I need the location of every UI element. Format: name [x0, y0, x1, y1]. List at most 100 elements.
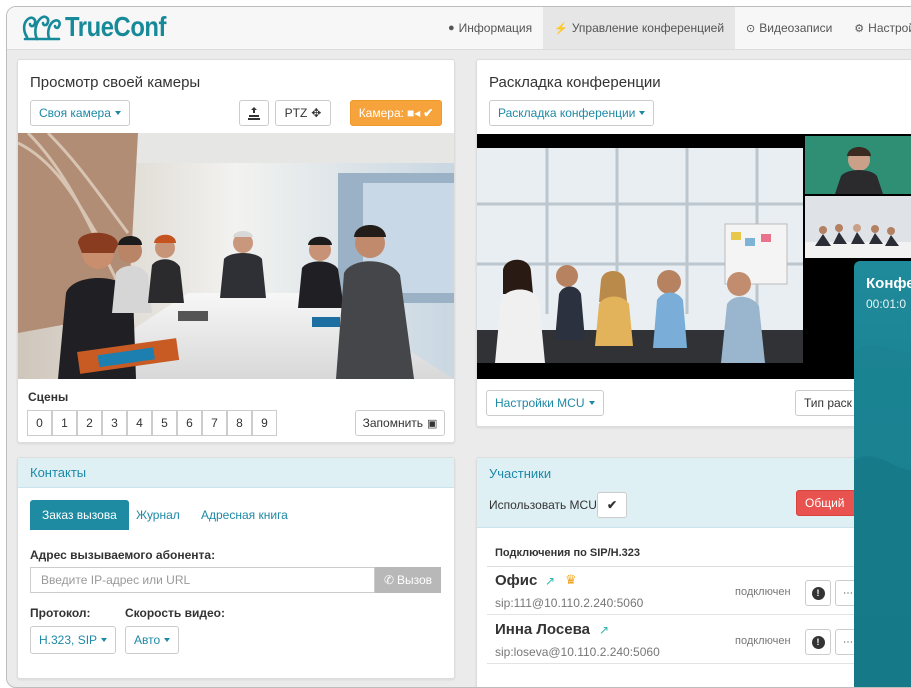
nav-recordings[interactable]: ⊙ Видеозаписи: [735, 7, 843, 49]
participant-info-button[interactable]: !: [805, 629, 831, 655]
conference-layout-preview: [477, 134, 911, 379]
checkmark-icon: ✔: [606, 498, 618, 512]
exclamation-icon: !: [811, 635, 825, 649]
participant-sip: sip:loseva@10.110.2.240:5060: [495, 645, 660, 659]
address-label: Адрес вызываемого абонента:: [30, 548, 216, 562]
participant-status: подключен: [735, 635, 791, 647]
scene-button-8[interactable]: 8: [227, 410, 252, 436]
external-link-icon: ↗: [599, 623, 610, 637]
info-circle-icon: ●: [448, 22, 455, 34]
participant-sip: sip:111@10.110.2.240:5060: [495, 596, 644, 610]
call-button-label: Вызов: [397, 573, 433, 587]
more-icon: ⋯: [843, 587, 853, 599]
top-bar: TrueConf ● Информация ⚡ Управление конфе…: [7, 7, 911, 50]
camera-toggle-button[interactable]: Камера: ■◂ ✔: [350, 100, 442, 126]
scene-button-7[interactable]: 7: [202, 410, 227, 436]
scene-button-3[interactable]: 3: [102, 410, 127, 436]
chevron-down-icon: [588, 401, 595, 405]
layout-dropdown-label: Раскладка конференции: [498, 106, 636, 120]
overlay-title: Конфе: [866, 275, 911, 292]
move-arrows-icon: ✥: [311, 106, 322, 120]
overlay-timer: 00:01:0: [866, 297, 907, 311]
scene-button-0[interactable]: 0: [27, 410, 52, 436]
camera-preview-image: [18, 133, 454, 379]
record-icon: ⊙: [746, 22, 756, 35]
scene-button-4[interactable]: 4: [127, 410, 152, 436]
tab-address-book[interactable]: Адресная книга: [189, 500, 300, 530]
nav-recordings-label: Видеозаписи: [759, 21, 833, 35]
scenes-label: Сцены: [28, 390, 69, 404]
camera-panel: Просмотр своей камеры Своя камера PTZ ✥ …: [17, 59, 455, 443]
use-mcu-checkbox[interactable]: ✔: [597, 492, 627, 518]
more-icon: ⋯: [843, 636, 853, 648]
trueconf-logo-icon: [22, 15, 61, 41]
nav-settings[interactable]: ⚙ Настройки: [843, 7, 911, 49]
scene-button-6[interactable]: 6: [177, 410, 202, 436]
checkmark-icon: ✔: [423, 106, 434, 120]
chevron-down-icon: [101, 638, 108, 642]
phone-icon: ✆: [383, 573, 394, 587]
contacts-panel: Контакты Заказ вызова Журнал Адресная кн…: [17, 457, 455, 679]
layout-type-label: Тип раск: [804, 396, 852, 410]
overlay-wave-decoration: [854, 345, 911, 687]
protocol-value: H.323, SIP: [39, 633, 98, 647]
nav-settings-label: Настройки: [868, 21, 911, 35]
scene-button-5[interactable]: 5: [152, 410, 177, 436]
app-window: TrueConf ● Информация ⚡ Управление конфе…: [6, 6, 911, 688]
scene-button-1[interactable]: 1: [52, 410, 77, 436]
save-scene-button[interactable]: Запомнить ▣: [355, 410, 445, 436]
mcu-settings-label: Настройки MCU: [495, 396, 585, 410]
tab-journal[interactable]: Журнал: [124, 500, 192, 530]
scene-button-2[interactable]: 2: [77, 410, 102, 436]
participants-panel: Участники Использовать MCU: ✔ Общий Подк…: [476, 457, 911, 687]
conference-overlay-panel[interactable]: Конфе 00:01:0: [854, 261, 911, 687]
use-mcu-label: Использовать MCU:: [489, 498, 601, 512]
layout-panel-title: Раскладка конференции: [489, 74, 661, 91]
protocol-label: Протокол:: [30, 606, 91, 620]
participant-name: Инна Лосева: [495, 621, 590, 638]
logo-text: TrueConf: [65, 11, 167, 42]
layout-dropdown[interactable]: Раскладка конференции: [489, 100, 655, 126]
address-input[interactable]: Введите IP-адрес или URL: [30, 567, 375, 593]
lightning-icon: ⚡: [554, 22, 568, 35]
tab-call-order[interactable]: Заказ вызова: [30, 500, 129, 530]
chevron-down-icon: [164, 638, 171, 642]
list-item[interactable]: Инна Лосева ↗ sip:loseva@10.110.2.240:50…: [487, 615, 911, 664]
sip-section-title: Подключения по SIP/H.323: [495, 547, 641, 559]
sip-section-header: Подключения по SIP/H.323: [487, 540, 911, 567]
save-scene-label: Запомнить: [362, 416, 424, 430]
list-item[interactable]: Офис ↗ ♛ sip:111@10.110.2.240:5060 подкл…: [487, 566, 911, 615]
participant-name: Офис: [495, 572, 538, 589]
exclamation-icon: !: [811, 586, 825, 600]
logo[interactable]: TrueConf: [21, 11, 184, 43]
nav-info-label: Информация: [458, 21, 533, 35]
layout-panel: Раскладка конференции Раскладка конферен…: [476, 59, 911, 427]
participant-info-button[interactable]: !: [805, 580, 831, 606]
camera-source-dropdown[interactable]: Своя камера: [30, 100, 130, 126]
mcu-settings-dropdown[interactable]: Настройки MCU: [486, 390, 604, 416]
scene-button-9[interactable]: 9: [252, 410, 277, 436]
crown-icon: ♛: [565, 572, 577, 587]
ptz-button[interactable]: PTZ ✥: [275, 100, 331, 126]
general-button-label: Общий: [805, 496, 845, 510]
camera-panel-title: Просмотр своей камеры: [30, 74, 201, 91]
nav-conference-control-label: Управление конференцией: [571, 21, 725, 35]
contacts-panel-title: Контакты: [18, 458, 454, 488]
protocol-dropdown[interactable]: H.323, SIP: [30, 626, 117, 654]
camera-source-label: Своя камера: [39, 106, 111, 120]
gear-icon: ⚙: [854, 22, 865, 35]
main-nav: ● Информация ⚡ Управление конференцией ⊙…: [437, 7, 911, 49]
chevron-down-icon: [114, 111, 121, 115]
camera-toggle-label: Камера:: [358, 106, 404, 120]
external-link-icon: ↗: [545, 574, 556, 588]
camera-home-button[interactable]: [239, 100, 269, 126]
call-button[interactable]: ✆ Вызов: [375, 567, 441, 593]
camera-home-icon: [248, 106, 260, 120]
chevron-down-icon: [639, 111, 646, 115]
speed-dropdown[interactable]: Авто: [125, 626, 180, 654]
speed-value: Авто: [134, 633, 161, 647]
ptz-label: PTZ: [284, 106, 308, 120]
participant-status: подключен: [735, 586, 791, 598]
nav-conference-control[interactable]: ⚡ Управление конференцией: [543, 7, 736, 49]
nav-info[interactable]: ● Информация: [437, 7, 543, 49]
